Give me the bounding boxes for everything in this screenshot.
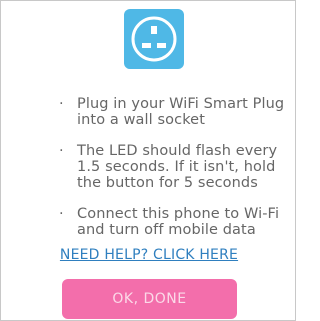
- instruction-item: · The LED should flash every 1.5 seconds…: [55, 143, 291, 191]
- bullet-marker: ·: [59, 96, 64, 112]
- instruction-text: Connect this phone to Wi-Fi and turn off…: [77, 206, 280, 238]
- instruction-item: · Plug in your WiFi Smart Plug into a wa…: [55, 96, 291, 128]
- uk-wall-socket-icon: [131, 16, 177, 62]
- instruction-list: · Plug in your WiFi Smart Plug into a wa…: [55, 96, 291, 238]
- bullet-marker: ·: [59, 206, 64, 222]
- instruction-text: Plug in your WiFi Smart Plug into a wall…: [77, 96, 285, 128]
- instruction-text: The LED should flash every 1.5 seconds. …: [77, 143, 278, 191]
- ok-done-button[interactable]: OK, DONE: [62, 279, 237, 319]
- need-help-link[interactable]: NEED HELP? CLICK HERE: [1, 247, 297, 263]
- bullet-marker: ·: [59, 143, 64, 159]
- instruction-item: · Connect this phone to Wi-Fi and turn o…: [55, 206, 291, 238]
- wall-socket-tile: [124, 9, 184, 69]
- setup-instructions-card: · Plug in your WiFi Smart Plug into a wa…: [0, 0, 296, 321]
